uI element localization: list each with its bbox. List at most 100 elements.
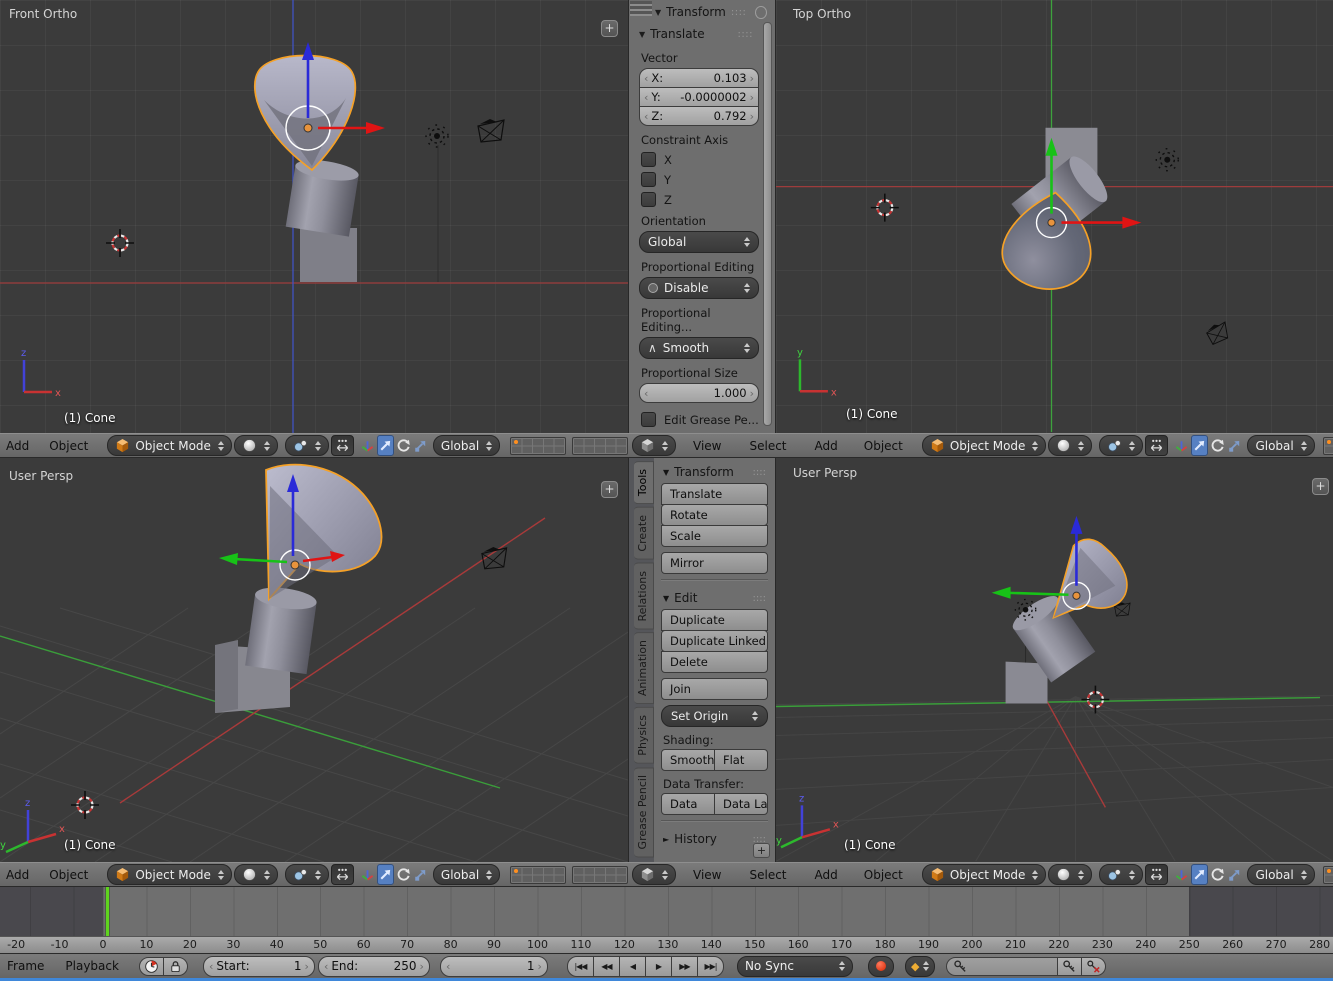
shade-flat-button[interactable]: Flat [714,749,768,771]
decrement-icon[interactable]: ‹ [644,92,648,103]
manipulator-rotate-button[interactable] [396,864,411,885]
manipulator-scale-button[interactable] [413,435,428,456]
toolshelf-tab-relations[interactable]: Relations [634,563,654,630]
shade-smooth-button[interactable]: Smooth [661,749,715,771]
pivot-point-dropdown[interactable] [285,864,329,885]
viewport-shading-dropdown[interactable] [1048,435,1092,456]
camera-object[interactable] [1205,321,1230,345]
manipulator-toggle-button[interactable] [331,864,354,885]
manipulator-rotate-button[interactable] [1210,864,1225,885]
toolshelf-tab-create[interactable]: Create [634,507,654,560]
orientation-dropdown[interactable]: Global [433,435,500,456]
manipulator-axis-button[interactable] [1174,864,1189,885]
start-frame-field[interactable]: ‹ Start: 1 › [203,956,315,977]
decrement-icon[interactable]: ‹ [324,960,328,973]
panel-header-edit[interactable]: ▼ Edit :::: [661,586,768,608]
toolshelf-tab-tools[interactable]: Tools [634,461,654,504]
mode-dropdown[interactable]: Object Mode [922,864,1047,885]
increment-icon[interactable]: › [750,73,754,84]
menu-add[interactable]: Add [4,868,38,882]
viewport-shading-dropdown[interactable] [1048,864,1092,885]
manipulator-rotate-button[interactable] [396,435,411,456]
panel-header-transform[interactable]: ▼ Transform :::: [661,460,768,482]
insert-keyframe-button[interactable] [1057,957,1082,976]
playback-button-3[interactable]: ▶ [645,956,672,977]
keyframe-type-dropdown[interactable]: ◆ [905,956,935,977]
rotate-button[interactable]: Rotate [661,504,768,526]
viewport-top-ortho[interactable]: y x Top Ortho (1) Cone [775,0,1333,433]
viewport-persp-left-canvas[interactable]: z x y [0,458,628,862]
menu-add[interactable]: Add [806,439,847,453]
cylinder-object[interactable] [245,584,318,674]
viewport-top-canvas[interactable]: y x [776,0,1333,432]
toolshelf-tab-animation[interactable]: Animation [634,632,654,704]
decrement-icon[interactable]: ‹ [446,960,450,973]
decrement-icon[interactable]: ‹ [644,111,648,122]
editor-type-dropdown[interactable] [632,435,676,456]
viewport-persp-right[interactable]: z x y User Persp (1) Cone + [775,458,1333,862]
mode-dropdown[interactable]: Object Mode [107,864,232,885]
layers-grid-1[interactable] [1323,866,1333,884]
menu-frame[interactable]: Frame [5,959,53,973]
panel-pin-icon[interactable] [755,6,767,19]
duplicate-button[interactable]: Duplicate [661,609,768,631]
layers-grid-2[interactable] [572,437,628,455]
manipulator-axis-button[interactable] [360,435,375,456]
orientation-dropdown[interactable]: Global [433,864,500,885]
manipulator-rotate-button[interactable] [1210,435,1225,456]
add-panel-button[interactable]: + [753,843,770,858]
manipulator-scale-button[interactable] [1227,435,1242,456]
scale-button[interactable]: Scale [661,525,768,547]
orientation-dropdown[interactable]: Global [1247,864,1314,885]
current-frame-field[interactable]: ‹ 1 › [440,956,548,977]
layers-grid-1[interactable] [510,437,566,455]
manipulator-axis-button[interactable] [1174,435,1189,456]
menu-view[interactable]: View [684,868,730,882]
auto-keyframe-button[interactable] [868,956,894,977]
playback-button-0[interactable]: |◀◀ [567,956,594,977]
keying-set-field[interactable] [946,957,1058,976]
translate-button[interactable]: Translate [661,483,768,505]
menu-object[interactable]: Object [855,439,912,453]
data-lay-button[interactable]: Data Lay [714,793,768,815]
manipulator-toggle-button[interactable] [331,435,354,456]
editor-type-dropdown[interactable] [632,864,676,885]
mode-dropdown[interactable]: Object Mode [107,435,232,456]
menu-object[interactable]: Object [40,868,97,882]
timeline-strip[interactable] [0,887,1333,936]
orientation-dropdown[interactable]: Global [1247,435,1314,456]
menu-add[interactable]: Add [4,439,38,453]
viewport-persp-left[interactable]: z x y User Persp (1) Cone + [0,458,628,862]
join-button[interactable]: Join [661,678,768,700]
checkbox-z[interactable] [641,192,656,207]
mirror-button[interactable]: Mirror [661,552,768,574]
increment-icon[interactable]: › [750,111,754,122]
vector-x-field[interactable]: ‹ X: 0.103 › [639,68,759,88]
pivot-point-dropdown[interactable] [1099,864,1143,885]
menu-view[interactable]: View [684,439,730,453]
viewport-persp-right-canvas[interactable]: z x y [776,458,1333,861]
manipulator-scale-button[interactable] [413,864,428,885]
menu-select[interactable]: Select [740,439,795,453]
vector-z-field[interactable]: ‹ Z: 0.792 › [639,106,759,126]
menu-playback[interactable]: Playback [56,959,128,973]
increment-icon[interactable]: › [750,388,754,399]
manipulator-translate-button[interactable] [377,864,394,885]
manipulator-translate-button[interactable] [1191,864,1208,885]
sidebar-expand-button[interactable]: + [601,20,618,37]
layers-grid-1[interactable] [1323,437,1333,455]
layers-grid-1[interactable] [510,866,566,884]
vector-y-field[interactable]: ‹ Y: -0.0000002 › [639,87,759,107]
orientation-select[interactable]: Global [639,231,759,253]
viewport-front-canvas[interactable]: z x [0,0,628,433]
viewport-shading-dropdown[interactable] [234,435,278,456]
manipulator-toggle-button[interactable] [1145,864,1168,885]
current-frame-marker[interactable] [106,887,109,936]
toolshelf-tab-physics[interactable]: Physics [634,707,654,764]
checkbox-grease[interactable] [641,412,656,427]
lock-time-cursor-button[interactable] [163,957,188,976]
end-frame-field[interactable]: ‹ End: 250 › [318,956,430,977]
decrement-icon[interactable]: ‹ [644,73,648,84]
panel-header-translate[interactable]: ▼ Translate :::: [629,22,775,44]
cone-object-selected[interactable] [255,56,356,171]
